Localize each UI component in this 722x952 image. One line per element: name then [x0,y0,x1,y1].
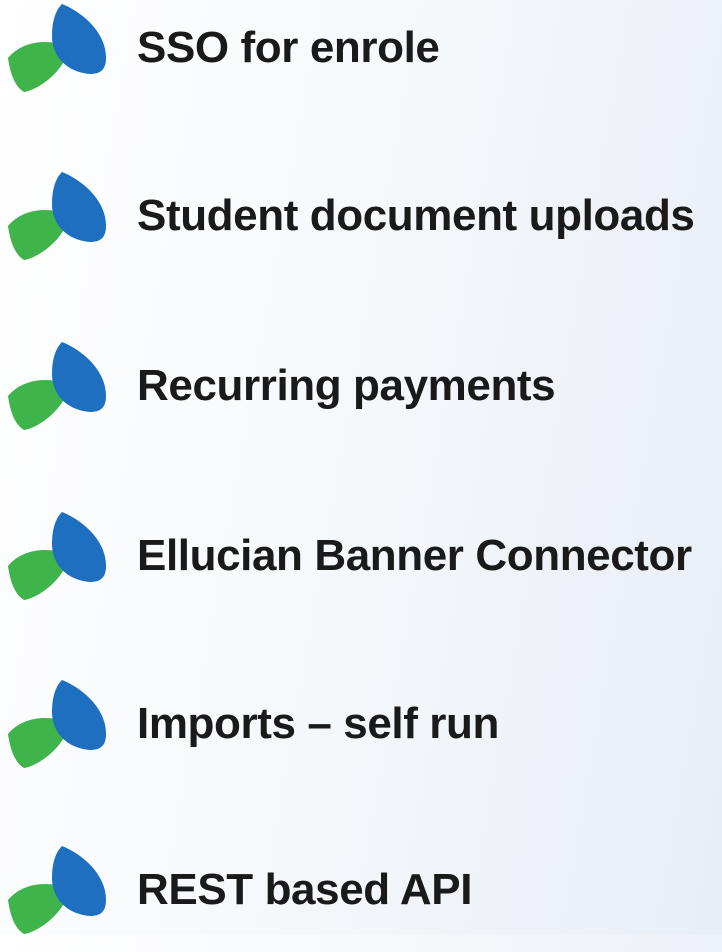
leaf-logo-icon [8,846,106,934]
feature-label: Student document uploads [137,191,695,240]
leaf-logo-icon [8,680,106,768]
feature-label: Imports – self run [137,699,499,748]
feature-item-imports: Imports – self run [0,676,722,786]
feature-label: REST based API [137,865,473,914]
feature-label: Recurring payments [137,361,556,410]
feature-item-sso: SSO for enrole [0,0,722,110]
feature-item-rest-api: REST based API [0,842,722,952]
feature-label: SSO for enrole [137,23,440,72]
feature-item-document-uploads: Student document uploads [0,168,722,278]
feature-label: Ellucian Banner Connector [137,531,692,580]
leaf-logo-icon [8,342,106,430]
feature-item-banner-connector: Ellucian Banner Connector [0,508,722,618]
leaf-logo-icon [8,4,106,92]
leaf-logo-icon [8,512,106,600]
feature-item-recurring-payments: Recurring payments [0,338,722,448]
leaf-logo-icon [8,172,106,260]
feature-list: SSO for enrole Student document uploads … [0,0,722,934]
